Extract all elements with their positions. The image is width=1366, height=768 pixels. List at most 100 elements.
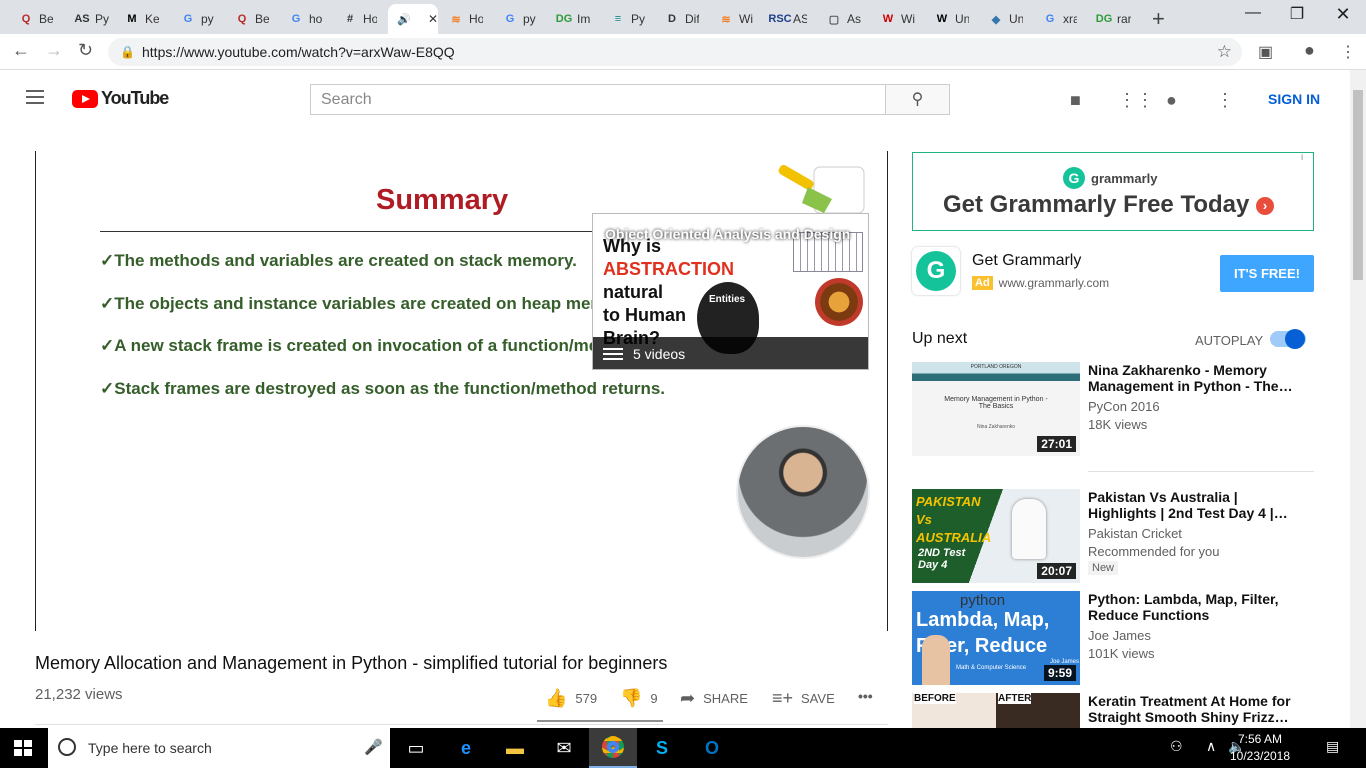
ad-promo-row[interactable]: G Get Grammarly Ad www.grammarly.com IT'S… [912,247,1314,297]
rec-channel: PyCon 2016 [1088,399,1160,414]
recommended-video[interactable]: BEFORE AFTER Keratin Treatment At Home f… [912,693,1314,728]
rec-title[interactable]: Python: Lambda, Map, Filter, Reduce Func… [1088,591,1308,623]
file-explorer-icon[interactable]: ▬ [491,728,539,768]
video-thumbnail[interactable]: BEFORE AFTER [912,693,1080,728]
browser-tab[interactable]: RSC AS [764,4,816,34]
forward-button[interactable]: → [45,40,63,61]
browser-tab[interactable]: 🔊 ✕ [388,4,438,34]
sign-in-button[interactable]: SIGN IN [1268,91,1320,107]
address-bar[interactable]: 🔒 https://www.youtube.com/watch?v=arxWaw… [108,38,1242,66]
reload-button[interactable]: ↻ [78,40,93,61]
edge-browser-icon[interactable]: e [442,728,490,768]
playlist-card[interactable]: Object Oriented Analysis and Design Why … [592,213,869,370]
browser-tab[interactable]: DG Im [548,4,600,34]
mail-icon[interactable]: ✉ [540,728,588,768]
browser-tab[interactable]: # Ho [334,4,386,34]
tab-favicon-icon: G [291,13,301,25]
taskbar-clock[interactable]: 7:56 AM 10/23/2018 [1218,731,1302,765]
bookmark-star-icon[interactable]: ☆ [1217,38,1232,66]
browser-tab[interactable]: DG rar [1088,4,1140,34]
outlook-icon[interactable]: O [688,728,736,768]
ad-info-icon[interactable]: i [1301,152,1303,163]
video-thumbnail[interactable]: PAKISTAN Vs AUSTRALIA 2ND Test Day 4 20:… [912,489,1080,583]
recommended-video[interactable]: python Lambda, Map, Filter, Reduce Math … [912,591,1314,686]
rec-title[interactable]: Pakistan Vs Australia | Highlights | 2nd… [1088,489,1308,521]
browser-tab[interactable]: W Un [926,4,978,34]
rec-views: 101K views [1088,646,1155,661]
profile-icon[interactable]: ● [1304,40,1315,61]
browser-tab[interactable]: ≋ Ho [440,4,492,34]
browser-tab[interactable]: Gho [280,4,332,34]
skype-icon[interactable]: S [638,728,686,768]
tab-favicon-icon: Q [21,13,31,25]
playlist-icon [603,348,623,360]
more-actions-button[interactable]: ••• [858,688,873,704]
extension-icon[interactable]: ▣ [1258,42,1273,62]
new-tab-button[interactable]: + [1152,6,1165,32]
ad-cta-button[interactable]: IT'S FREE! [1220,255,1314,292]
rec-title[interactable]: Nina Zakharenko - Memory Management in P… [1088,362,1308,394]
settings-more-icon[interactable]: ⋮ [1216,90,1234,111]
browser-tab[interactable]: Q Be [10,4,62,34]
share-label: SHARE [703,691,748,706]
guide-menu-icon[interactable] [26,90,44,104]
close-window-button[interactable]: ✕ [1320,4,1366,25]
browser-tab[interactable]: ◆ Un [980,4,1032,34]
recommended-video[interactable]: PAKISTAN Vs AUSTRALIA 2ND Test Day 4 20:… [912,489,1314,584]
messages-icon[interactable]: ● [1166,90,1177,111]
youtube-logo-text: YouTube [101,88,169,108]
windows-start-icon[interactable] [14,740,32,757]
autoplay-toggle[interactable] [1270,329,1306,349]
clock-date: 10/23/2018 [1229,749,1291,763]
like-button[interactable]: 👍 579 [545,688,597,709]
scrollbar-thumb[interactable] [1353,90,1363,280]
tab-label: py [201,12,214,26]
share-button[interactable]: ➦ SHARE [680,688,748,709]
search-input[interactable]: Search [310,84,886,115]
rec-title[interactable]: Keratin Treatment At Home for Straight S… [1088,693,1308,725]
browser-tab[interactable]: Gpy [172,4,224,34]
browser-tab[interactable]: ≋ Wi [710,4,762,34]
grammarly-ad-banner[interactable]: Ggrammarly Get Grammarly Free Today › [912,152,1314,231]
page-scrollbar[interactable] [1350,70,1366,728]
video-duration: 20:07 [1037,563,1076,579]
save-button[interactable]: ≡+ SAVE [772,688,835,709]
browser-tab[interactable]: M Ke [116,4,168,34]
dislike-button[interactable]: 👎 9 [620,688,658,709]
thumb-text: BEFORE [914,693,956,704]
tray-expand-icon[interactable]: ∧ [1206,738,1216,755]
chrome-menu-icon[interactable]: ⋮ [1340,42,1356,62]
chrome-taskbar-icon[interactable] [589,728,637,768]
back-button[interactable]: ← [12,40,30,61]
browser-tab[interactable]: D Dif [656,4,708,34]
people-icon[interactable]: ⚇ [1170,738,1183,755]
new-badge: New [1088,561,1119,575]
action-center-icon[interactable]: ▤ [1326,738,1339,755]
browser-tab[interactable]: Gpy [494,4,546,34]
tab-label: Py [631,12,645,26]
taskbar-search-input[interactable]: Type here to search 🎤 [48,728,390,768]
apps-grid-icon[interactable]: ⋮⋮ [1118,90,1154,111]
browser-tab-strip: + — ❐ ✕ Q Be AS Py M Ke Gpy Q Be Gho # Ho 🔊 ✕ ≋ Ho Gpy DG… [0,0,1366,34]
browser-tab[interactable]: AS Py [66,4,118,34]
create-video-icon[interactable]: ■ [1070,90,1081,111]
save-playlist-icon: ≡+ [772,688,794,708]
browser-tab[interactable]: ▢ As [818,4,870,34]
search-button[interactable]: ⚲ [885,84,950,115]
youtube-logo[interactable]: YouTube [72,88,169,109]
task-view-icon[interactable]: ▭ [392,728,440,768]
close-tab-icon[interactable]: ✕ [428,12,438,26]
video-thumbnail[interactable]: PORTLAND OREGON Memory Management in Pyt… [912,362,1080,456]
browser-tab[interactable]: Q Be [226,4,278,34]
browser-tab[interactable]: W Wi [872,4,924,34]
microphone-icon[interactable]: 🎤 [364,728,383,768]
card-line: ABSTRACTION [603,259,734,279]
maximize-button[interactable]: ❐ [1274,4,1320,24]
recommended-video[interactable]: PORTLAND OREGON Memory Management in Pyt… [912,362,1314,457]
share-icon: ➦ [680,688,696,708]
browser-tab[interactable]: ≡ Py [602,4,654,34]
video-thumbnail[interactable]: python Lambda, Map, Filter, Reduce Math … [912,591,1080,685]
minimize-button[interactable]: — [1230,4,1276,22]
tab-favicon-icon: ≡ [614,13,622,25]
browser-tab[interactable]: Gxra [1034,4,1086,34]
